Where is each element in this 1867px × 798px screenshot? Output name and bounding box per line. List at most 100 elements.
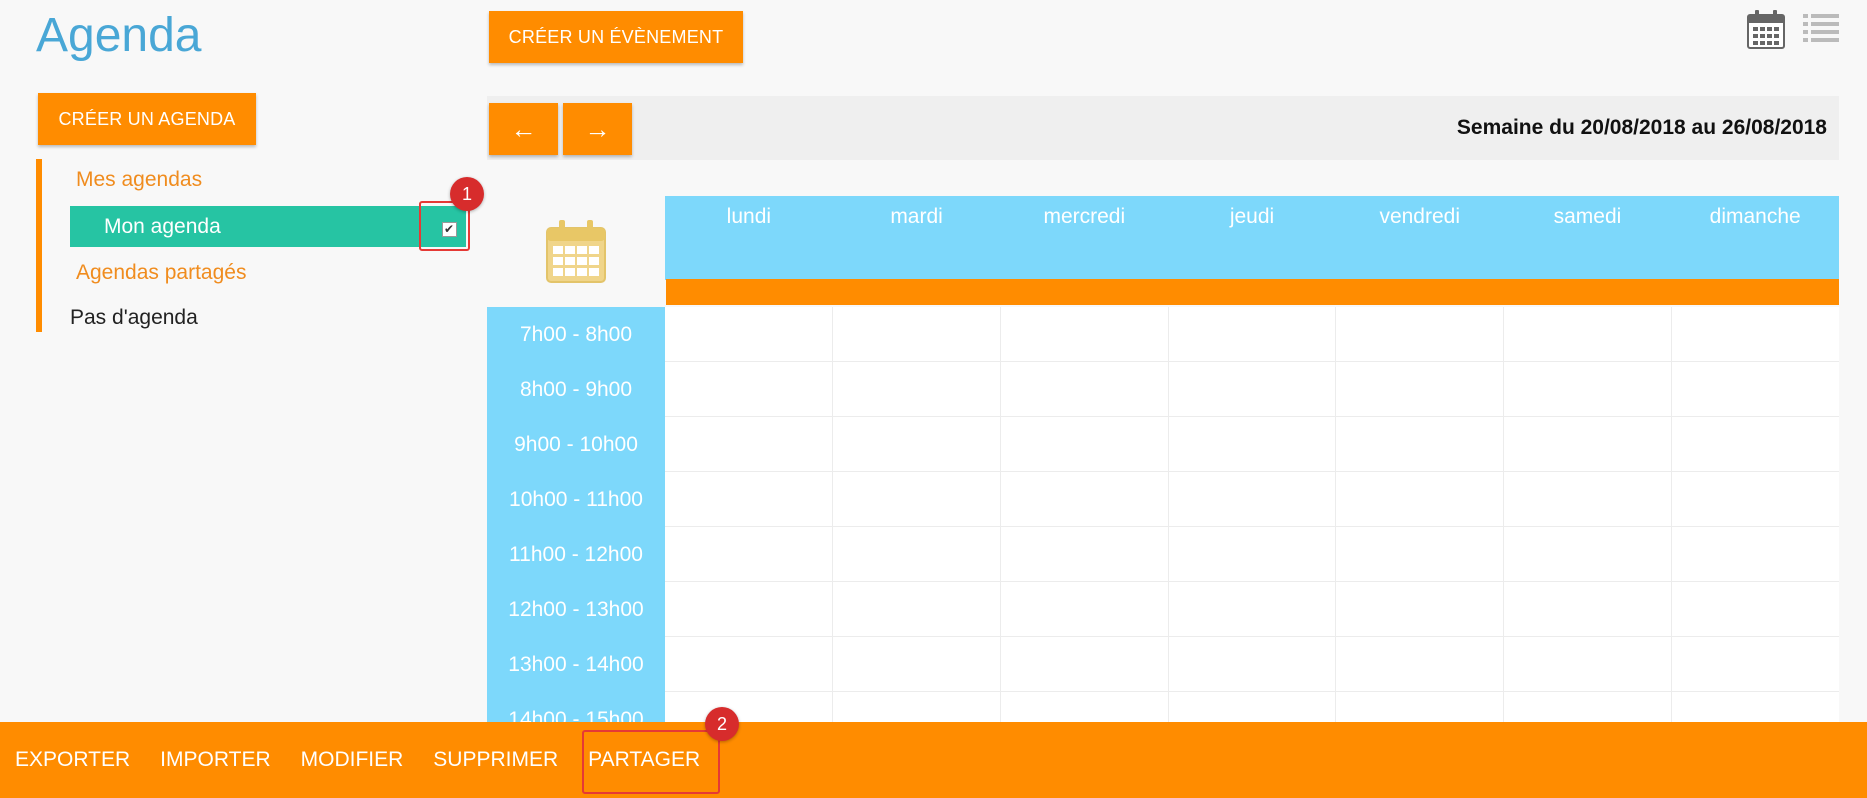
time-slot-cell[interactable] [1169,307,1337,361]
grid-row [665,307,1839,362]
time-slot-label: 11h00 - 12h00 [509,542,643,566]
agenda-checkbox[interactable]: ✔ [427,210,471,248]
import-button[interactable]: IMPORTER [145,748,285,772]
time-slot-cell[interactable] [665,637,833,691]
time-slot-cell[interactable] [1001,637,1169,691]
grid-row [665,417,1839,472]
modify-button[interactable]: MODIFIER [286,748,419,772]
time-slot-cell[interactable] [1672,637,1839,691]
time-slot-cell[interactable] [1001,582,1169,636]
day-header-row: lundi mardi mercredi jeudi vendredi same… [665,196,1839,280]
time-slot-cell[interactable] [1169,472,1337,526]
time-slot-label: 10h00 - 11h00 [509,487,643,511]
time-slot-cell[interactable] [1504,582,1673,636]
time-slot-cell[interactable] [1336,362,1505,416]
time-slot-cell[interactable] [1672,307,1839,361]
delete-button[interactable]: SUPPRIMER [418,748,573,772]
time-slot-label: 7h00 - 8h00 [519,322,633,346]
grid-row [665,582,1839,637]
grid-row [665,472,1839,527]
time-slot-cell[interactable] [833,417,1001,471]
annotation-badge-2: 2 [705,707,739,741]
no-agenda-text: Pas d'agenda [70,306,198,329]
time-column: 7h00 - 8h00 8h00 - 9h00 9h00 - 10h00 10h… [487,307,665,731]
time-slot-cell[interactable] [665,417,833,471]
time-slot-cell[interactable] [1504,527,1673,581]
time-slot-cell[interactable] [833,307,1001,361]
create-agenda-button[interactable]: CRÉER UN AGENDA [38,93,256,145]
time-slot-cell[interactable] [833,582,1001,636]
time-slot-cell[interactable] [833,637,1001,691]
time-slot-cell[interactable] [833,362,1001,416]
app-root: Agenda CRÉER UN AGENDA CRÉER UN ÉVÈNEMEN… [0,0,1867,798]
time-slot-cell[interactable] [1336,417,1505,471]
time-slot-cell[interactable] [1336,307,1505,361]
time-slot-cell[interactable] [1169,527,1337,581]
time-slot-cell[interactable] [833,527,1001,581]
page-title: Agenda [36,9,202,62]
day-header-wednesday: mercredi [1043,205,1126,228]
shared-agendas-heading[interactable]: Agendas partagés [76,261,246,285]
day-header-saturday: samedi [1553,205,1622,228]
time-slot-label: 13h00 - 14h00 [508,652,644,676]
time-slot-cell[interactable] [1336,472,1505,526]
time-slot-cell[interactable] [1169,637,1337,691]
time-slot-cell[interactable] [1001,307,1169,361]
time-slot-cell[interactable] [1672,362,1839,416]
time-slot-cell[interactable] [1672,472,1839,526]
my-agendas-heading[interactable]: Mes agendas [76,168,202,192]
time-slot-cell[interactable] [665,362,833,416]
time-slot-cell[interactable] [1001,527,1169,581]
calendar-grid [665,307,1839,747]
agenda-list-panel: Mes agendas Mon agenda ✔ Agendas partagé… [36,159,476,332]
time-slot-cell[interactable] [665,527,833,581]
time-slot-cell[interactable] [1336,582,1505,636]
time-slot-cell[interactable] [665,582,833,636]
time-slot-cell[interactable] [665,307,833,361]
bottom-action-bar: EXPORTER IMPORTER MODIFIER SUPPRIMER PAR… [0,722,1867,798]
grid-row [665,362,1839,417]
time-slot-cell[interactable] [1001,472,1169,526]
checkbox-checked-icon[interactable]: ✔ [441,221,457,237]
grid-row [665,637,1839,692]
previous-week-button[interactable]: ← [489,103,558,155]
grid-row [665,527,1839,582]
time-slot-label: 8h00 - 9h00 [519,377,633,401]
calendar-view-icon[interactable] [1746,8,1786,50]
week-range-label: Semaine du 20/08/2018 au 26/08/2018 [1456,116,1827,139]
time-slot-cell[interactable] [1504,362,1673,416]
time-slot-cell[interactable] [1336,637,1505,691]
export-button[interactable]: EXPORTER [0,748,145,772]
time-slot-label: 9h00 - 10h00 [514,432,638,456]
day-header-friday: vendredi [1379,205,1461,228]
week-navigation-bar: ← → Semaine du 20/08/2018 au 26/08/2018 [487,96,1839,160]
time-slot-cell[interactable] [1001,417,1169,471]
next-week-button[interactable]: → [563,103,632,155]
day-header-tuesday: mardi [890,205,943,228]
day-header-sunday: dimanche [1709,205,1801,228]
time-slot-cell[interactable] [665,472,833,526]
time-slot-cell[interactable] [1672,582,1839,636]
annotation-badge-1: 1 [450,177,484,211]
time-slot-cell[interactable] [1336,527,1505,581]
time-slot-cell[interactable] [1672,527,1839,581]
time-slot-cell[interactable] [1504,472,1673,526]
time-slot-cell[interactable] [833,472,1001,526]
time-slot-cell[interactable] [1504,637,1673,691]
time-slot-cell[interactable] [1504,417,1673,471]
time-slot-cell[interactable] [1672,417,1839,471]
agenda-item-mon-agenda[interactable]: Mon agenda [70,206,466,247]
create-event-button[interactable]: CRÉER UN ÉVÈNEMENT [489,11,743,63]
calendar-icon [545,220,606,283]
time-slot-cell[interactable] [1169,582,1337,636]
time-slot-cell[interactable] [1504,307,1673,361]
all-day-events-bar[interactable] [666,279,1839,305]
time-slot-cell[interactable] [1001,362,1169,416]
time-slot-cell[interactable] [1169,362,1337,416]
calendar-corner [487,196,664,306]
time-slot-label: 12h00 - 13h00 [508,597,644,621]
share-button[interactable]: PARTAGER [573,748,715,772]
time-slot-cell[interactable] [1169,417,1337,471]
day-header-thursday: jeudi [1229,205,1275,228]
list-view-icon[interactable] [1803,12,1839,44]
